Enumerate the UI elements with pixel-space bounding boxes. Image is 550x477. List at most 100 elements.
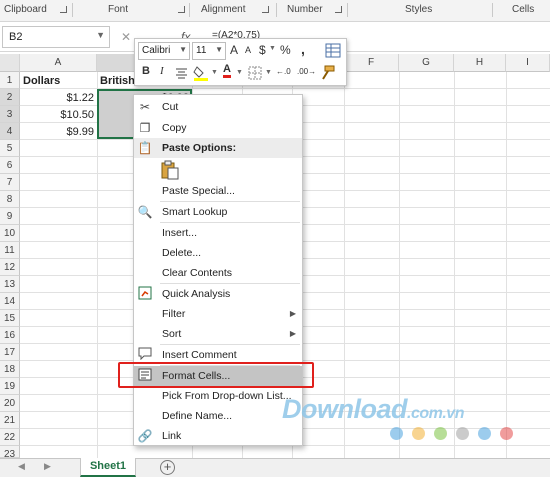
- cell-a1[interactable]: Dollars: [20, 73, 97, 90]
- increase-decimal-icon[interactable]: ←.0: [276, 67, 291, 76]
- row-header[interactable]: 4: [0, 123, 20, 140]
- cell-a2[interactable]: $1.22: [20, 90, 97, 107]
- borders-icon[interactable]: [248, 66, 262, 80]
- menu-item-paste-special[interactable]: Paste Special...: [134, 181, 302, 201]
- fill-color-icon[interactable]: [193, 65, 209, 81]
- row-header[interactable]: 21: [0, 412, 20, 429]
- menu-item-label: Smart Lookup: [162, 206, 228, 218]
- add-sheet-icon[interactable]: +: [160, 460, 175, 475]
- menu-item-quick-analysis[interactable]: Quick Analysis: [134, 284, 302, 304]
- menu-item-insert[interactable]: Insert...: [134, 223, 302, 243]
- menu-item-label: Insert...: [162, 227, 198, 239]
- comma-style-icon[interactable]: ,: [301, 41, 305, 57]
- chevron-right-icon: ▶: [289, 329, 296, 338]
- format-painter-icon[interactable]: [319, 65, 335, 81]
- row-header[interactable]: 10: [0, 225, 20, 242]
- highlight-box: [118, 362, 314, 388]
- font-name-select[interactable]: Calibri ▼: [138, 42, 190, 60]
- mini-toolbar: Calibri ▼ 11 ▼ A A $ ▼ % , B I ▼ A ▼ ▼ ←…: [134, 38, 347, 86]
- row-header[interactable]: 7: [0, 174, 20, 191]
- row-header[interactable]: 3: [0, 106, 20, 123]
- chevron-down-icon[interactable]: ▼: [265, 69, 272, 76]
- row-header[interactable]: 18: [0, 361, 20, 378]
- column-header-g[interactable]: G: [399, 54, 454, 72]
- ribbon-group-number: Number: [287, 4, 323, 15]
- chevron-down-icon[interactable]: ▼: [96, 30, 105, 40]
- sheet-tab-bar: ◀ ▶ Sheet1 +: [0, 458, 550, 477]
- column-header-i[interactable]: I: [506, 54, 550, 72]
- row-header[interactable]: 1: [0, 72, 20, 89]
- menu-item-sort[interactable]: Sort ▶: [134, 324, 302, 344]
- menu-item-label: Copy: [162, 122, 187, 134]
- menu-item-link[interactable]: 🔗 Link: [134, 426, 302, 446]
- font-color-icon[interactable]: A: [223, 63, 231, 78]
- font-size-value: 11: [196, 45, 207, 56]
- cell-a4[interactable]: $9.99: [20, 124, 97, 141]
- menu-item-copy[interactable]: ❐ Copy: [134, 118, 302, 138]
- chevron-down-icon[interactable]: ▼: [269, 45, 276, 52]
- row-header[interactable]: 9: [0, 208, 20, 225]
- menu-item-cut[interactable]: ✂ Cut: [134, 97, 302, 117]
- row-header[interactable]: 8: [0, 191, 20, 208]
- currency-format-icon[interactable]: $: [259, 43, 266, 57]
- cancel-icon[interactable]: ✕: [121, 30, 131, 44]
- row-header[interactable]: 20: [0, 395, 20, 412]
- watermark-dot: [478, 427, 491, 440]
- chevron-down-icon[interactable]: ▼: [236, 69, 243, 76]
- format-table-icon[interactable]: [325, 43, 341, 58]
- decrease-font-size-icon[interactable]: A: [245, 45, 251, 55]
- sheet-tab-sheet1[interactable]: Sheet1: [80, 458, 136, 477]
- decrease-decimal-icon[interactable]: .00→: [297, 67, 316, 76]
- ribbon-group-clipboard: Clipboard: [4, 4, 47, 15]
- watermark-dot: [500, 427, 513, 440]
- column-header-a[interactable]: A: [20, 54, 97, 72]
- menu-item-delete[interactable]: Delete...: [134, 243, 302, 263]
- ribbon-divider: [492, 3, 493, 17]
- column-header-h[interactable]: H: [454, 54, 506, 72]
- cell-a3[interactable]: $10.50: [20, 107, 97, 124]
- row-header[interactable]: 5: [0, 140, 20, 157]
- align-center-icon[interactable]: [175, 67, 188, 79]
- row-header[interactable]: 6: [0, 157, 20, 174]
- menu-item-pick-dropdown[interactable]: Pick From Drop-down List...: [134, 386, 302, 406]
- watermark-dot: [434, 427, 447, 440]
- row-header[interactable]: 12: [0, 259, 20, 276]
- font-size-select[interactable]: 11 ▼: [192, 42, 226, 60]
- percent-style-icon[interactable]: %: [280, 43, 291, 57]
- alignment-launcher-icon[interactable]: [262, 6, 269, 13]
- prev-sheet-icon[interactable]: ◀: [18, 461, 25, 472]
- next-sheet-icon[interactable]: ▶: [44, 461, 51, 472]
- row-header[interactable]: 11: [0, 242, 20, 259]
- row-header[interactable]: 19: [0, 378, 20, 395]
- column-header-f[interactable]: F: [344, 54, 399, 72]
- number-launcher-icon[interactable]: [335, 6, 342, 13]
- name-box[interactable]: B2 ▼: [2, 26, 110, 48]
- paste-icon[interactable]: [161, 160, 179, 180]
- watermark-text: Download: [282, 394, 408, 424]
- row-header[interactable]: 22: [0, 429, 20, 446]
- row-header[interactable]: 14: [0, 293, 20, 310]
- clipboard-launcher-icon[interactable]: [60, 6, 67, 13]
- menu-item-clear-contents[interactable]: Clear Contents: [134, 263, 302, 283]
- menu-item-smart-lookup[interactable]: 🔍 Smart Lookup: [134, 202, 302, 222]
- menu-item-define-name[interactable]: Define Name...: [134, 406, 302, 426]
- select-all-corner[interactable]: [0, 54, 20, 72]
- menu-item-label: Sort: [162, 328, 182, 340]
- row-header[interactable]: 16: [0, 327, 20, 344]
- italic-icon[interactable]: I: [160, 65, 164, 77]
- row-header[interactable]: 23: [0, 446, 20, 460]
- watermark-dot: [412, 427, 425, 440]
- row-header[interactable]: 13: [0, 276, 20, 293]
- ribbon-divider: [72, 3, 73, 17]
- row-header[interactable]: 15: [0, 310, 20, 327]
- row-header[interactable]: 17: [0, 344, 20, 361]
- increase-font-size-icon[interactable]: A: [230, 43, 238, 57]
- bold-icon[interactable]: B: [142, 65, 150, 77]
- font-launcher-icon[interactable]: [178, 6, 185, 13]
- menu-item-filter[interactable]: Filter ▶: [134, 304, 302, 324]
- menu-item-label: Link: [162, 430, 182, 442]
- row-header[interactable]: 2: [0, 89, 20, 106]
- chevron-down-icon[interactable]: ▼: [211, 69, 218, 76]
- context-menu: ✂ Cut ❐ Copy 📋 Paste Options: Paste Spec…: [133, 94, 303, 446]
- menu-header-paste-options: 📋 Paste Options:: [134, 138, 302, 158]
